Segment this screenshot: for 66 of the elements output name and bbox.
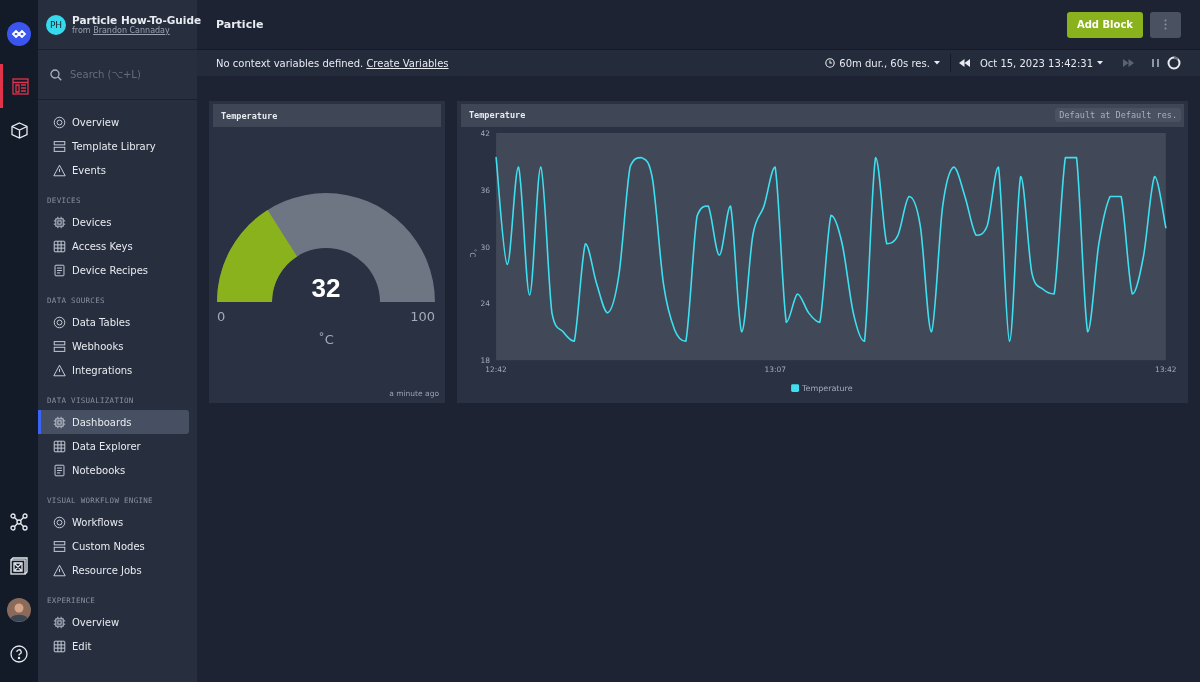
nav-item[interactable]: Dashboards: [38, 410, 189, 434]
dashboard-icon[interactable]: [12, 77, 29, 95]
cube-icon[interactable]: [10, 121, 28, 139]
block-title: Temperature: [221, 110, 278, 121]
nav-icon: [53, 515, 66, 529]
caret-icon: [1097, 61, 1103, 65]
nav-icon: [53, 215, 66, 229]
nav-item[interactable]: Events: [38, 158, 189, 182]
workspace-name: Particle How-To-Guide: [72, 14, 202, 26]
block-title: Temperature: [469, 110, 526, 121]
gauge-min: 0: [217, 309, 226, 324]
logo-icon[interactable]: [7, 22, 31, 46]
nav-icon: [53, 615, 66, 629]
context-message: No context variables defined. Create Variables: [216, 57, 450, 69]
owner-link[interactable]: Brandon Cannaday: [93, 26, 170, 35]
gauge-value: 32: [311, 273, 341, 303]
nav-item[interactable]: Notebooks: [38, 458, 189, 482]
nav-icon: [53, 563, 66, 577]
nav-item[interactable]: Integrations: [38, 358, 189, 382]
nav-icon: [53, 415, 66, 429]
nav-item[interactable]: Template Library: [38, 134, 189, 158]
caret-icon: [933, 61, 940, 65]
nav-icon: [53, 115, 66, 129]
nav-item[interactable]: Data Tables: [38, 310, 189, 334]
loading-spinner-icon: [1167, 56, 1181, 70]
nav-icon: [53, 315, 66, 329]
clock-icon: [825, 58, 836, 68]
box-icon[interactable]: [10, 557, 28, 575]
nav-item[interactable]: Workflows: [38, 510, 189, 534]
nav-icon: [53, 139, 66, 153]
duration-dropdown[interactable]: 60m dur., 60s res.: [823, 57, 942, 69]
page-title: Particle: [216, 18, 265, 31]
resolution-badge: Default at Default res.: [1055, 108, 1181, 123]
timestamp-dropdown[interactable]: Oct 15, 2023 13:42:31: [977, 57, 1105, 69]
nav-icon: [53, 539, 66, 553]
gauge-unit: ˚C: [318, 332, 334, 347]
gauge-max: 100: [410, 309, 435, 324]
nav-item[interactable]: Overview: [38, 610, 189, 634]
nav-icon: [53, 339, 66, 353]
search-field[interactable]: Search (⌥+L): [70, 69, 180, 80]
nav-item[interactable]: Devices: [38, 210, 189, 234]
nav-icon: [53, 263, 66, 277]
workspace-owner: from Brandon Cannaday: [72, 26, 171, 35]
search-icon: [50, 68, 62, 81]
nav-icon: [53, 239, 66, 253]
nav-icon: [53, 163, 66, 177]
nav-icon: [53, 439, 66, 453]
legend-label: Temperature: [802, 384, 853, 394]
nav-item[interactable]: Webhooks: [38, 334, 189, 358]
pause-icon[interactable]: [1152, 59, 1159, 67]
create-variables-link[interactable]: Create Variables: [366, 57, 449, 69]
nav-item[interactable]: Custom Nodes: [38, 534, 189, 558]
workspace-avatar: PH: [46, 14, 66, 35]
nav-item[interactable]: Device Recipes: [38, 258, 189, 282]
nav-item[interactable]: Data Explorer: [38, 434, 189, 458]
user-avatar[interactable]: [7, 598, 31, 622]
nav-icon: [53, 363, 66, 377]
rewind-icon[interactable]: [958, 59, 970, 67]
nav-item[interactable]: Access Keys: [38, 234, 189, 258]
nav-item[interactable]: Edit: [38, 634, 189, 658]
help-icon[interactable]: [10, 645, 28, 663]
nav-icon: [53, 639, 66, 653]
nav-icon: [53, 463, 66, 477]
nav-item[interactable]: Overview: [38, 110, 189, 134]
network-icon[interactable]: [10, 513, 28, 531]
nav-item[interactable]: Resource Jobs: [38, 558, 189, 582]
